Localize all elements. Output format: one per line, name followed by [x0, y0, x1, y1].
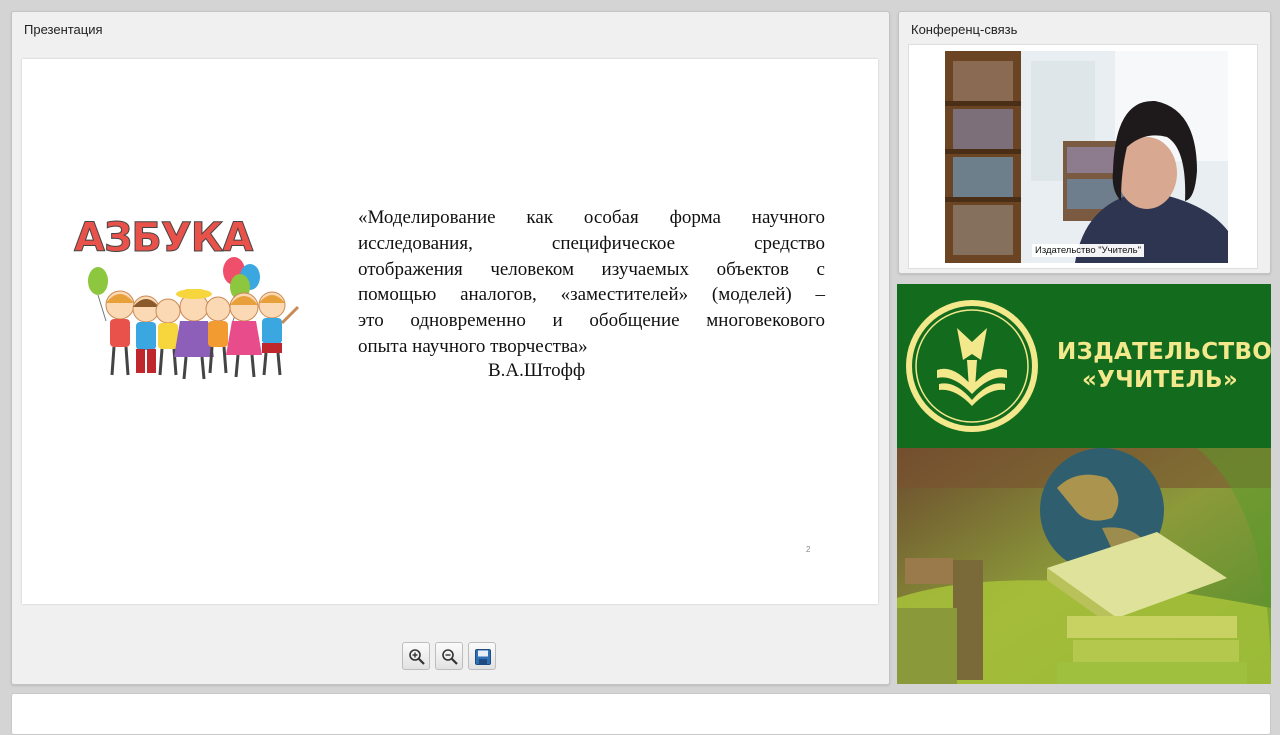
azbuka-illustration: АЗБУКА — [74, 215, 300, 380]
save-icon — [475, 649, 491, 665]
publisher-name-line2: «УЧИТЕЛЬ» — [1081, 367, 1239, 393]
participant-name-label: Издательство "Учитель" — [1031, 244, 1144, 257]
publisher-name: ИЗДАТЕЛЬСТВО «УЧИТЕЛЬ» — [1057, 338, 1271, 394]
slide: АЗБУКА «Моделирование как особая форма н… — [22, 59, 878, 604]
conference-panel-title: Конференц-связь — [911, 22, 1018, 37]
presentation-panel: Презентация АЗБУКА «Моделирование как ос… — [11, 11, 890, 685]
bottom-panel — [11, 693, 1271, 735]
zoom-out-button[interactable] — [435, 642, 463, 670]
quote-line: «Моделирование как особая форма научного — [358, 207, 825, 228]
quote-line: опыта научного творчества» — [358, 335, 588, 357]
quote-line: помощью аналогов, «заместителей» (моделе… — [358, 284, 825, 306]
video-container: Издательство "Учитель" — [908, 44, 1258, 269]
save-button[interactable] — [468, 642, 496, 670]
svg-text:АЗБУКА: АЗБУКА — [74, 215, 253, 261]
zoom-out-icon — [442, 649, 458, 665]
azbuka-logo-text: АЗБУКА — [74, 215, 255, 262]
presentation-panel-title: Презентация — [24, 22, 103, 37]
publisher-banner: ИЗДАТЕЛЬСТВО «УЧИТЕЛЬ» — [897, 284, 1271, 684]
zoom-in-button[interactable] — [402, 642, 430, 670]
participant-video[interactable]: Издательство "Учитель" — [945, 51, 1228, 263]
banner-header: ИЗДАТЕЛЬСТВО «УЧИТЕЛЬ» — [897, 284, 1271, 448]
zoom-in-icon — [409, 649, 425, 665]
conference-panel: Конференц-связь Издательство "Учитель" — [898, 11, 1271, 274]
publisher-name-line1: ИЗДАТЕЛЬСТВО — [1057, 339, 1271, 365]
quote-line: это одновременно и обобщение многовеково… — [358, 310, 825, 332]
quote-author: В.А.Штофф — [488, 360, 586, 381]
quote-line: исследования, специфическое средство — [358, 232, 825, 254]
publisher-logo — [906, 300, 1038, 432]
video-frame — [945, 51, 1228, 263]
books-globe-photo — [897, 448, 1271, 684]
slide-quote: «Моделирование как особая форма научного… — [358, 205, 825, 360]
quote-line: отображения человеком изучаемых объектов… — [358, 258, 825, 280]
slide-page-number: 2 — [806, 545, 811, 554]
